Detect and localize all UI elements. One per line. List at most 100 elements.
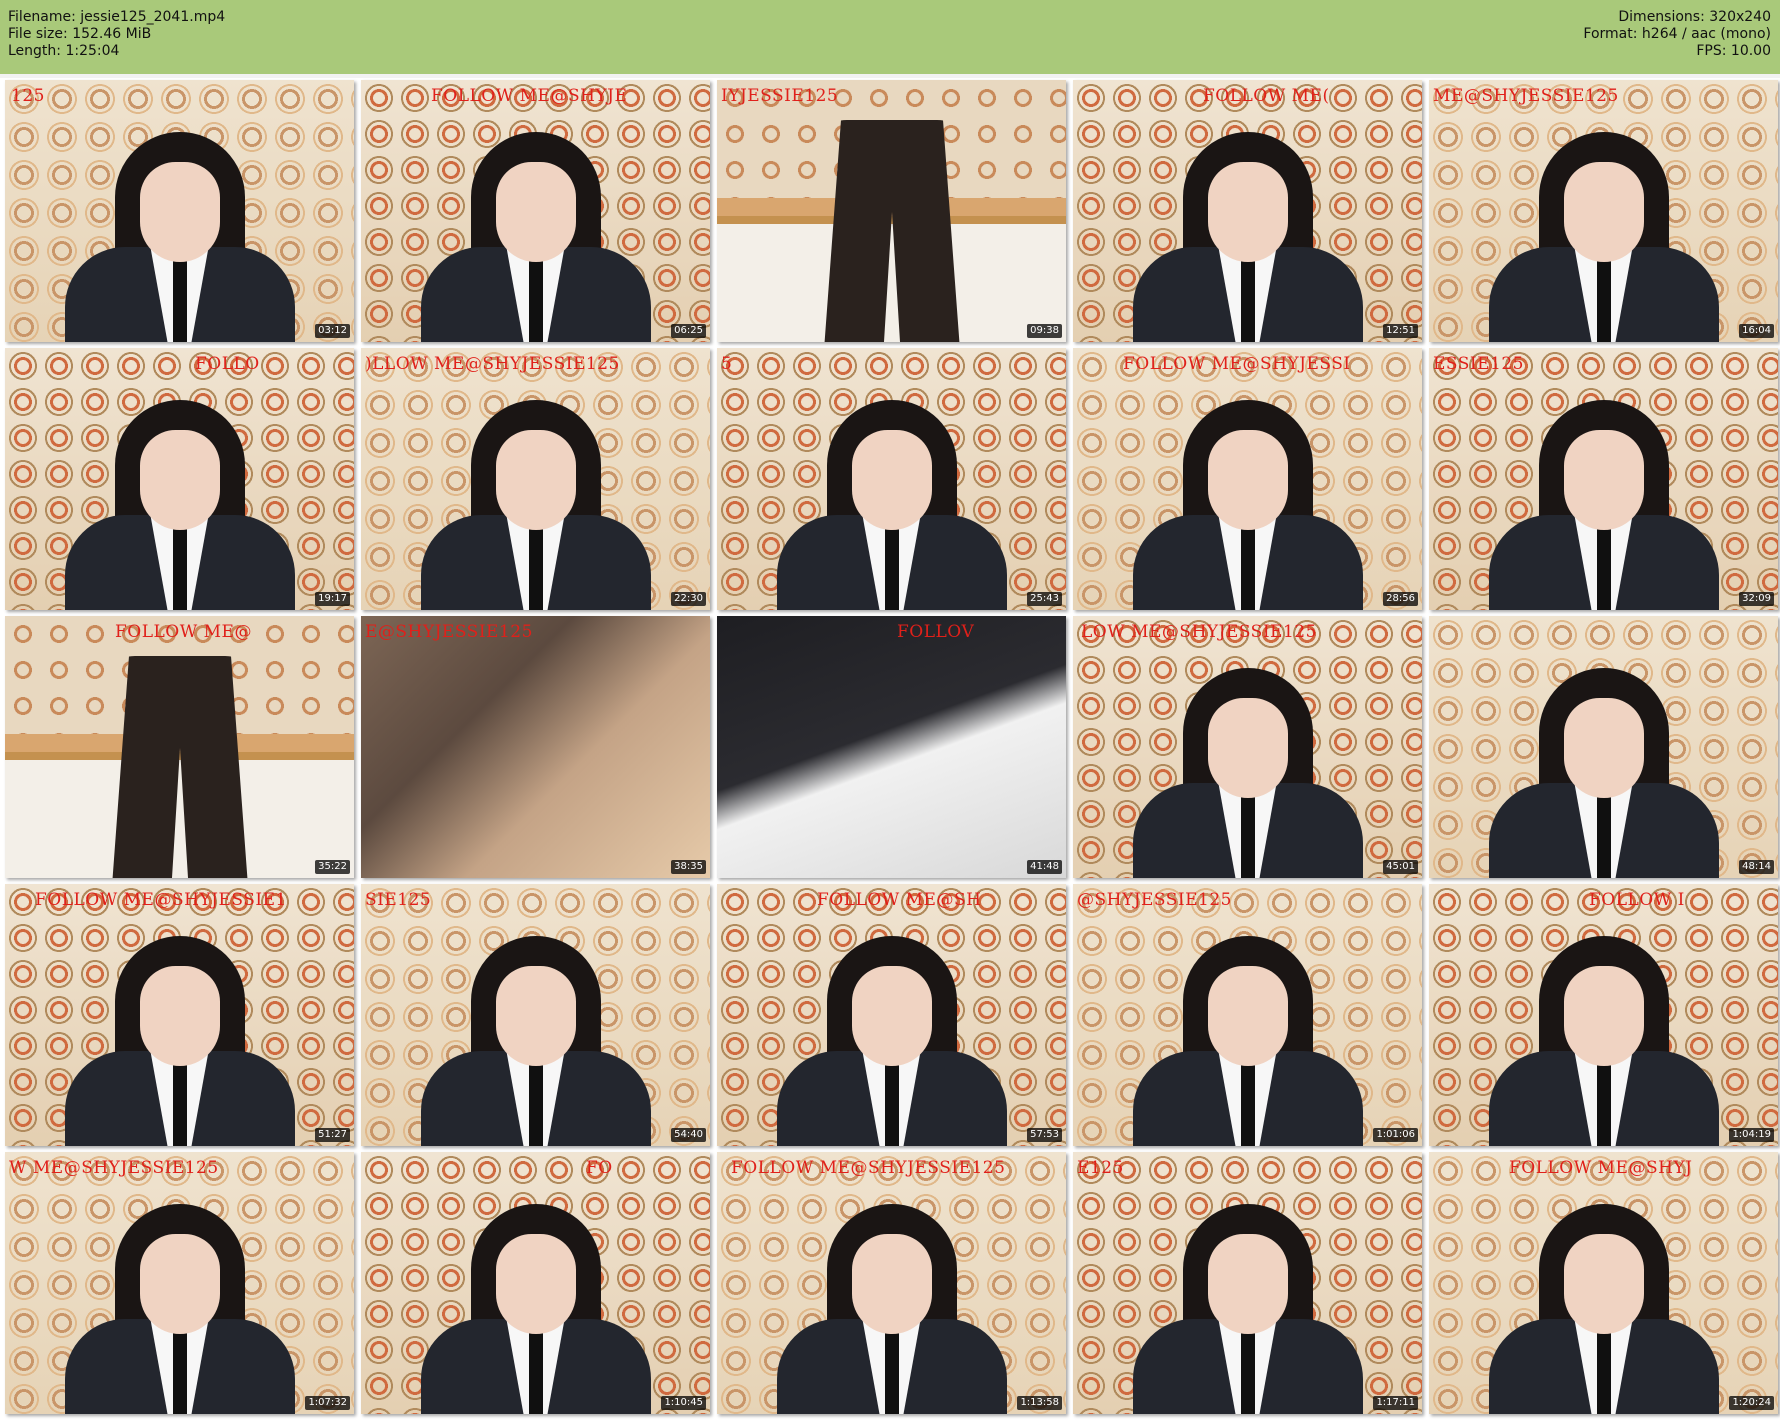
legs-shape xyxy=(112,656,248,878)
video-thumbnail[interactable]: @SHYJESSIE125 1:01:06 xyxy=(1073,884,1422,1146)
media-info: Dimensions: 320x240 Format: h264 / aac (… xyxy=(1583,9,1771,60)
person-figure xyxy=(776,400,1007,610)
legs-shape xyxy=(824,120,960,342)
video-thumbnail[interactable]: FOLLOW ME@SHYJ 1:20:24 xyxy=(1429,1152,1778,1414)
video-thumbnail[interactable]: FOLLOW ME@SHYJE 06:25 xyxy=(361,80,710,342)
video-thumbnail[interactable]: FOLLOW ME@SHYJESSI 28:56 xyxy=(1073,348,1422,610)
person-figure xyxy=(64,400,295,610)
timestamp-label: 45:01 xyxy=(1383,860,1418,874)
watermark-overlay-text: IYJESSIE125 xyxy=(721,86,839,106)
timestamp-label: 09:38 xyxy=(1027,324,1062,338)
video-thumbnail[interactable]: FOLLOW ME@SH 57:53 xyxy=(717,884,1066,1146)
timestamp-label: 1:13:58 xyxy=(1017,1396,1062,1410)
watermark-overlay-text: SIE125 xyxy=(365,890,432,910)
thumbnail-grid: 125 03:12 FOLLOW ME@SHYJE 06:25 IYJESSIE125 0… xyxy=(0,80,1778,1414)
timestamp-label: 51:27 xyxy=(315,1128,350,1142)
video-thumbnail[interactable]: )LLOW ME@SHYJESSIE125 22:30 xyxy=(361,348,710,610)
video-thumbnail[interactable]: LOW ME@SHYJESSIE125 45:01 xyxy=(1073,616,1422,878)
watermark-overlay-text: FOLLO xyxy=(195,354,260,374)
timestamp-label: 32:09 xyxy=(1739,592,1774,606)
watermark-overlay-text: )LLOW ME@SHYJESSIE125 xyxy=(365,354,620,374)
person-figure xyxy=(64,132,295,342)
timestamp-label: 28:56 xyxy=(1383,592,1418,606)
timestamp-label: 1:04:19 xyxy=(1729,1128,1774,1142)
video-thumbnail[interactable]: SIE125 54:40 xyxy=(361,884,710,1146)
info-header: Filename: jessie125_2041.mp4 File size: … xyxy=(0,0,1780,74)
watermark-overlay-text: FOLLOV xyxy=(897,622,975,642)
video-thumbnail[interactable]: ME@SHYJESSIE125 16:04 xyxy=(1429,80,1778,342)
person-figure xyxy=(1132,936,1363,1146)
video-thumbnail[interactable]: FOLLOW I 1:04:19 xyxy=(1429,884,1778,1146)
video-thumbnail[interactable]: FOLLOW ME@ 35:22 xyxy=(5,616,354,878)
person-figure xyxy=(64,1204,295,1414)
watermark-overlay-text: 5 xyxy=(721,354,733,374)
watermark-overlay-text: FOLLOW ME@SH xyxy=(817,890,982,910)
person-figure xyxy=(1132,132,1363,342)
watermark-overlay-text: 125 xyxy=(11,86,45,106)
file-info: Filename: jessie125_2041.mp4 File size: … xyxy=(8,9,225,60)
person-figure xyxy=(1132,400,1363,610)
person-figure xyxy=(1488,132,1719,342)
fps-text: FPS: 10.00 xyxy=(1696,43,1771,59)
timestamp-label: 48:14 xyxy=(1739,860,1774,874)
timestamp-label: 38:35 xyxy=(671,860,706,874)
watermark-overlay-text: E125 xyxy=(1077,1158,1124,1178)
video-thumbnail[interactable]: 5 25:43 xyxy=(717,348,1066,610)
person-figure xyxy=(1132,668,1363,878)
timestamp-label: 54:40 xyxy=(671,1128,706,1142)
timestamp-label: 03:12 xyxy=(315,324,350,338)
filename-text: Filename: jessie125_2041.mp4 xyxy=(8,9,226,25)
video-thumbnail[interactable]: 48:14 xyxy=(1429,616,1778,878)
person-figure xyxy=(420,1204,651,1414)
timestamp-label: 1:10:45 xyxy=(661,1396,706,1410)
timestamp-label: 35:22 xyxy=(315,860,350,874)
watermark-overlay-text: FOLLOW ME@SHYJESSIE1 xyxy=(35,890,287,910)
timestamp-label: 12:51 xyxy=(1383,324,1418,338)
person-figure xyxy=(1488,668,1719,878)
watermark-overlay-text: FOLLOW ME@ xyxy=(115,622,252,642)
timestamp-label: 1:01:06 xyxy=(1373,1128,1418,1142)
person-figure xyxy=(776,936,1007,1146)
video-thumbnail[interactable]: FOLLOV 41:48 xyxy=(717,616,1066,878)
filesize-text: File size: 152.46 MiB xyxy=(8,26,152,42)
timestamp-label: 57:53 xyxy=(1027,1128,1062,1142)
person-figure xyxy=(1488,400,1719,610)
watermark-overlay-text: FOLLOW ME@SHYJE xyxy=(431,86,628,106)
watermark-overlay-text: FOLLOW ME@SHYJ xyxy=(1509,1158,1693,1178)
timestamp-label: 22:30 xyxy=(671,592,706,606)
watermark-overlay-text: FOLLOW ME( xyxy=(1203,86,1330,106)
watermark-overlay-text: ESSIE125 xyxy=(1433,354,1524,374)
video-thumbnail[interactable]: E125 1:17:11 xyxy=(1073,1152,1422,1414)
watermark-overlay-text: ME@SHYJESSIE125 xyxy=(1433,86,1619,106)
video-thumbnail[interactable]: IYJESSIE125 09:38 xyxy=(717,80,1066,342)
watermark-overlay-text: FOLLOW ME@SHYJESSIE125 xyxy=(731,1158,1006,1178)
timestamp-label: 19:17 xyxy=(315,592,350,606)
video-thumbnail[interactable]: 125 03:12 xyxy=(5,80,354,342)
person-figure xyxy=(1488,1204,1719,1414)
header-divider xyxy=(0,74,1780,78)
timestamp-label: 25:43 xyxy=(1027,592,1062,606)
video-thumbnail[interactable]: FOLLOW ME( 12:51 xyxy=(1073,80,1422,342)
video-thumbnail[interactable]: W ME@SHYJESSIE125 1:07:32 xyxy=(5,1152,354,1414)
person-figure xyxy=(420,400,651,610)
video-thumbnail[interactable]: FOLLO 19:17 xyxy=(5,348,354,610)
timestamp-label: 41:48 xyxy=(1027,860,1062,874)
video-thumbnail[interactable]: E@SHYJESSIE125 38:35 xyxy=(361,616,710,878)
person-figure xyxy=(420,936,651,1146)
person-figure xyxy=(1488,936,1719,1146)
video-thumbnail[interactable]: FO 1:10:45 xyxy=(361,1152,710,1414)
video-thumbnail[interactable]: ESSIE125 32:09 xyxy=(1429,348,1778,610)
video-thumbnail[interactable]: FOLLOW ME@SHYJESSIE125 1:13:58 xyxy=(717,1152,1066,1414)
watermark-overlay-text: W ME@SHYJESSIE125 xyxy=(9,1158,219,1178)
length-text: Length: 1:25:04 xyxy=(8,43,120,59)
watermark-overlay-text: @SHYJESSIE125 xyxy=(1077,890,1232,910)
timestamp-label: 1:17:11 xyxy=(1373,1396,1418,1410)
person-figure xyxy=(1132,1204,1363,1414)
watermark-overlay-text: LOW ME@SHYJESSIE125 xyxy=(1081,622,1317,642)
timestamp-label: 1:07:32 xyxy=(305,1396,350,1410)
video-thumbnail[interactable]: FOLLOW ME@SHYJESSIE1 51:27 xyxy=(5,884,354,1146)
watermark-overlay-text: FO xyxy=(586,1158,613,1178)
dimensions-text: Dimensions: 320x240 xyxy=(1618,9,1771,25)
timestamp-label: 16:04 xyxy=(1739,324,1774,338)
person-figure xyxy=(420,132,651,342)
